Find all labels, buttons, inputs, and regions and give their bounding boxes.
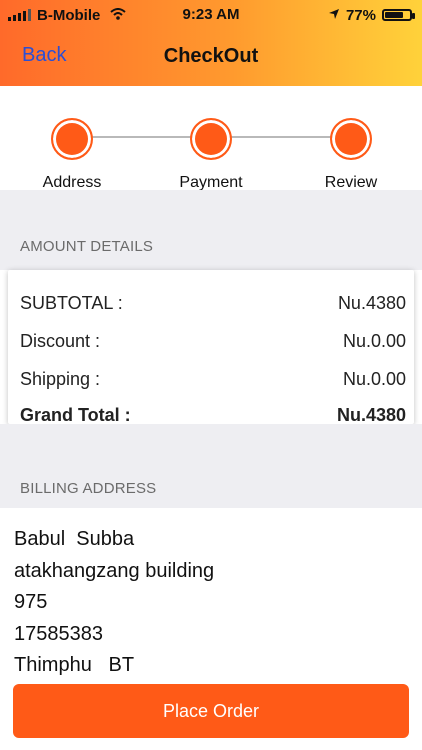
nav-bar: Back CheckOut — [0, 36, 422, 76]
address-phone: 17585383 — [14, 622, 103, 645]
step-address[interactable]: Address — [12, 118, 132, 192]
address-city-country: Thimphu BT — [14, 654, 135, 676]
status-bar: B-Mobile 9:23 AM 77% — [0, 0, 422, 30]
status-time: 9:23 AM — [182, 6, 240, 23]
place-order-button[interactable]: Place Order — [13, 684, 409, 738]
checkout-steps: Address Payment Review — [0, 86, 422, 192]
grand-total-label: Grand Total : — [20, 404, 131, 425]
step-review[interactable]: Review — [291, 118, 411, 192]
billing-address: Babul Subba atakhangzang building 975 17… — [0, 508, 422, 684]
shipping-value: Nu.0.00 — [342, 368, 406, 389]
step-indicator-icon — [190, 118, 232, 160]
discount-row: Discount : Nu.0.00 — [20, 322, 406, 360]
billing-address-title: BILLING ADDRESS — [20, 480, 157, 497]
header: B-Mobile 9:23 AM 77% Back CheckOut — [0, 0, 422, 86]
grand-total-value: Nu.4380 — [336, 404, 406, 425]
discount-value: Nu.0.00 — [342, 330, 406, 351]
subtotal-label: SUBTOTAL : — [20, 292, 123, 313]
page-title: CheckOut — [163, 44, 259, 67]
address-name: Babul Subba — [14, 528, 135, 550]
billing-address-header: BILLING ADDRESS — [0, 424, 422, 508]
address-postal-code: 975 — [14, 591, 48, 613]
shipping-row: Shipping : Nu.0.00 — [20, 360, 406, 398]
discount-label: Discount : — [20, 330, 101, 351]
amount-details-title: AMOUNT DETAILS — [20, 238, 154, 255]
amount-details-header: AMOUNT DETAILS — [0, 190, 422, 270]
step-payment[interactable]: Payment — [151, 118, 271, 192]
amount-details-card: SUBTOTAL : Nu.4380 Discount : Nu.0.00 Sh… — [8, 270, 414, 425]
step-indicator-icon — [330, 118, 372, 160]
address-street: atakhangzang building — [14, 559, 215, 582]
battery-icon — [382, 9, 415, 21]
shipping-label: Shipping : — [20, 368, 101, 389]
back-button[interactable]: Back — [22, 44, 66, 67]
step-indicator-icon — [51, 118, 93, 160]
subtotal-value: Nu.4380 — [337, 292, 406, 313]
subtotal-row: SUBTOTAL : Nu.4380 — [20, 284, 406, 322]
